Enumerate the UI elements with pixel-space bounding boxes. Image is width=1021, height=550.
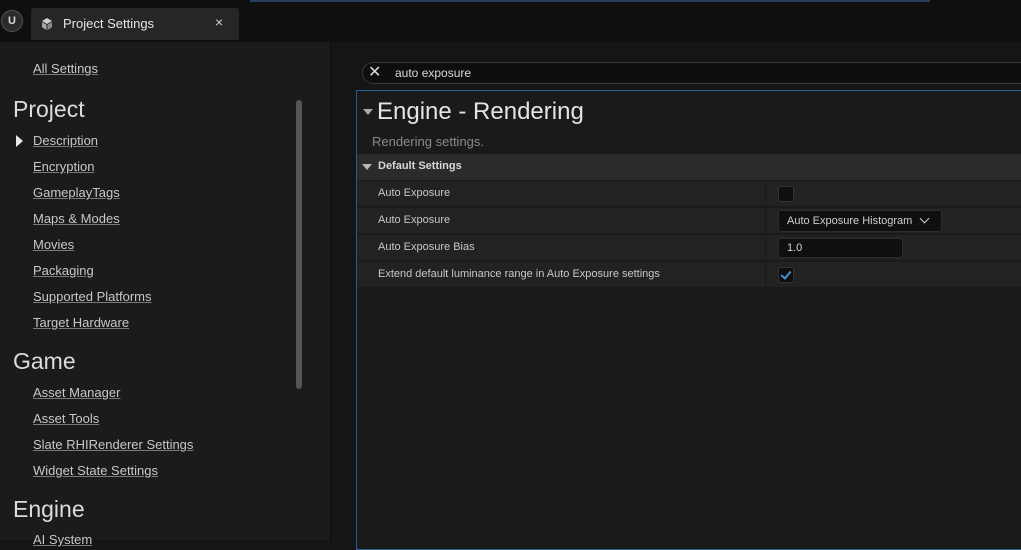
setting-label: Auto Exposure (378, 187, 451, 199)
setting-label: Extend default luminance range in Auto E… (378, 268, 660, 280)
column-splitter[interactable] (765, 208, 766, 234)
auto-exposure-bias-input[interactable]: 1.0 (778, 238, 903, 258)
setting-row-extend-luminance-range: Extend default luminance range in Auto E… (357, 261, 1021, 288)
sidebar-item-encryption[interactable]: Encryption (33, 159, 94, 174)
setting-row-auto-exposure-bias: Auto Exposure Bias 1.0 (357, 234, 1021, 261)
sidebar-scrollbar[interactable] (296, 100, 302, 389)
tab-project-settings[interactable]: Project Settings × (31, 8, 239, 40)
sidebar-item-target-hardware[interactable]: Target Hardware (33, 315, 129, 330)
settings-panel: Engine - Rendering Rendering settings. D… (356, 90, 1021, 550)
triangle-down-icon (362, 164, 372, 170)
setting-row-auto-exposure-method: Auto Exposure Auto Exposure Histogram (357, 207, 1021, 234)
section-title-game: Game (13, 348, 76, 374)
extend-luminance-checkbox[interactable] (778, 267, 794, 283)
dropdown-value: Auto Exposure Histogram (787, 215, 913, 227)
section-title-engine: Engine (13, 496, 85, 522)
category-header[interactable]: Default Settings (357, 154, 1021, 180)
project-settings-icon (42, 18, 52, 30)
unreal-logo-icon[interactable]: U (1, 10, 23, 32)
tab-title: Project Settings (63, 16, 155, 31)
collapse-icon[interactable] (363, 109, 373, 115)
sidebar-item-slate-rhirenderer[interactable]: Slate RHIRenderer Settings (33, 437, 193, 452)
sidebar-item-description[interactable]: Description (33, 133, 98, 148)
sidebar-item-widget-state[interactable]: Widget State Settings (33, 463, 158, 478)
section-title-project: Project (13, 96, 85, 122)
sidebar-item-packaging[interactable]: Packaging (33, 263, 94, 278)
title-accent-line (250, 0, 930, 2)
panel-divider[interactable] (330, 42, 331, 540)
page-description: Rendering settings. (372, 134, 485, 149)
sidebar-item-gameplaytags[interactable]: GameplayTags (33, 185, 120, 200)
sidebar-item-maps-modes[interactable]: Maps & Modes (33, 211, 120, 226)
triangle-right-icon (16, 135, 23, 147)
settings-search[interactable]: ✕ (362, 62, 1021, 84)
sidebar-item-asset-manager[interactable]: Asset Manager (33, 385, 120, 400)
title-bar: U Project Settings × (0, 0, 1021, 42)
chevron-down-icon (919, 213, 930, 224)
sidebar-item-asset-tools[interactable]: Asset Tools (33, 411, 99, 426)
all-settings-link[interactable]: All Settings (33, 61, 98, 76)
setting-row-auto-exposure-enable: Auto Exposure (357, 180, 1021, 207)
close-icon[interactable]: × (215, 14, 223, 30)
clear-search-icon[interactable]: ✕ (368, 64, 381, 82)
column-splitter[interactable] (765, 235, 766, 261)
column-splitter[interactable] (765, 181, 766, 207)
search-input[interactable] (395, 64, 995, 82)
setting-label: Auto Exposure Bias (378, 241, 475, 253)
input-value: 1.0 (787, 242, 803, 254)
column-splitter[interactable] (765, 262, 766, 288)
page-title: Engine - Rendering (377, 98, 584, 125)
sidebar-item-supported-platforms[interactable]: Supported Platforms (33, 289, 152, 304)
category-label: Default Settings (378, 160, 462, 172)
auto-exposure-checkbox[interactable] (778, 186, 794, 202)
sidebar-item-movies[interactable]: Movies (33, 237, 74, 252)
setting-label: Auto Exposure (378, 214, 451, 226)
auto-exposure-method-dropdown[interactable]: Auto Exposure Histogram (778, 210, 942, 232)
